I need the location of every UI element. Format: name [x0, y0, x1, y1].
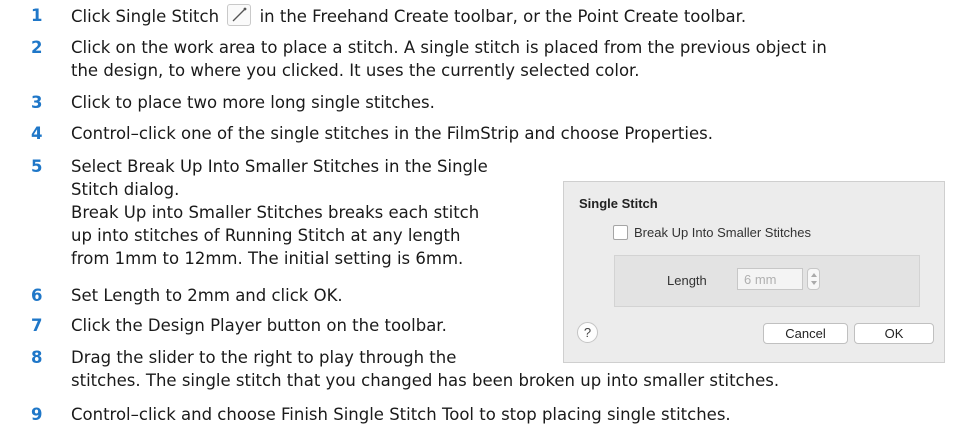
step-text: Click Single Stitch in the Freehand Crea… [71, 4, 746, 28]
step-number: 9 [31, 405, 43, 424]
step-number: 1 [31, 6, 43, 25]
step-number: 4 [31, 124, 43, 143]
help-button[interactable]: ? [577, 322, 598, 343]
dialog-title: Single Stitch [579, 196, 658, 211]
break-up-checkbox-label[interactable]: Break Up Into Smaller Stitches [634, 225, 811, 240]
step-text-before-icon: Click Single Stitch [71, 7, 220, 26]
length-stepper[interactable] [807, 268, 820, 290]
step-line: stitches. The single stitch that you cha… [71, 371, 780, 390]
step-text: Control–click one of the single stitches… [71, 124, 713, 143]
ok-button[interactable]: OK [854, 323, 934, 344]
length-field[interactable]: 6 mm [737, 268, 803, 290]
step-text: Select Break Up Into Smaller Stitches in… [71, 155, 488, 270]
step-line: from 1mm to 12mm. The initial setting is… [71, 249, 464, 268]
length-label: Length [667, 273, 707, 288]
step-number: 5 [31, 157, 43, 176]
step-number: 8 [31, 348, 43, 367]
break-up-checkbox-row[interactable]: Break Up Into Smaller Stitches [613, 225, 811, 240]
step-text: Click to place two more long single stit… [71, 93, 435, 112]
step-number: 3 [31, 93, 43, 112]
step-text: Click on the work area to place a stitch… [71, 36, 827, 82]
break-up-checkbox[interactable] [613, 225, 628, 240]
step-line: Stitch dialog. [71, 180, 180, 199]
step-text: Control–click and choose Finish Single S… [71, 405, 731, 424]
single-stitch-icon [227, 4, 252, 26]
single-stitch-dialog: Single Stitch Break Up Into Smaller Stit… [563, 181, 945, 363]
step-text-after-icon: in the Freehand Create toolbar, or the P… [259, 7, 747, 26]
step-text: Set Length to 2mm and click OK. [71, 286, 343, 305]
step-number: 2 [31, 38, 43, 57]
step-text: Click the Design Player button on the to… [71, 316, 447, 335]
cancel-button[interactable]: Cancel [763, 323, 848, 344]
step-number: 7 [31, 316, 43, 335]
step-line: Click on the work area to place a stitch… [71, 38, 827, 57]
step-line: Select Break Up Into Smaller Stitches in… [71, 157, 488, 176]
length-panel: Length 6 mm [614, 255, 920, 307]
step-line: the design, to where you clicked. It use… [71, 61, 640, 80]
step-line: Break Up into Smaller Stitches breaks ea… [71, 203, 480, 222]
step-number: 6 [31, 286, 43, 305]
step-line: up into stitches of Running Stitch at an… [71, 226, 461, 245]
